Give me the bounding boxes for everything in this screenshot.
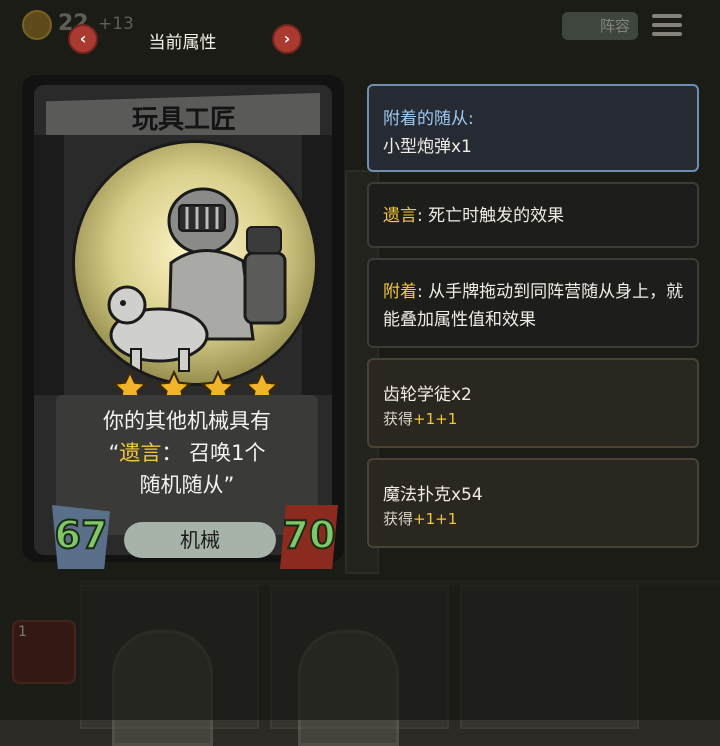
desc-quote: “ — [108, 441, 120, 465]
attached-item: 小型炮弹x1 — [383, 137, 472, 157]
top-bar: 22 +13 ‹ 当前属性 › 阵容 — [0, 0, 720, 54]
gain-value: +1+1 — [413, 410, 458, 428]
minion-portrait — [72, 140, 318, 386]
chevron-right-icon: › — [283, 29, 291, 48]
attached-minion-name: 齿轮学徒x2 — [383, 385, 472, 405]
attach-info-panel: 附着: 从手牌拖动到同阵营随从身上，就能叠加属性值和效果 — [367, 258, 699, 348]
attach-info: 附着: 从手牌拖动到同阵营随从身上，就能叠加属性值和效果 — [383, 278, 685, 334]
deathrattle-keyword: 遗言 — [119, 441, 162, 465]
tribe-tag: 机械 — [124, 522, 276, 558]
attach-info-keyword: 附着 — [383, 282, 417, 302]
attached-minion-gain: 获得+1+1 — [383, 408, 457, 429]
gold-coin-icon — [22, 10, 52, 40]
deathrattle-info: 遗言: 死亡时触发的效果 — [383, 202, 685, 230]
lineup-label: 阵容 — [599, 17, 630, 35]
desc-line-2: “遗言： 召唤1个 — [64, 437, 310, 469]
card-description: 你的其他机械具有 “遗言： 召唤1个 随机随从” — [64, 405, 310, 501]
card-frame-left — [34, 135, 64, 395]
card-name: 玩具工匠 — [131, 105, 236, 135]
lineup-button[interactable]: 阵容 — [562, 12, 638, 40]
gain-value: +1+1 — [413, 510, 458, 528]
attached-minion-gain: 获得+1+1 — [383, 508, 457, 529]
attach-info-text: : 从手牌拖动到同阵营随从身上，就能叠加属性值和效果 — [383, 282, 684, 330]
chevron-left-icon: ‹ — [79, 29, 87, 48]
page-title: 当前属性 — [148, 33, 217, 53]
previous-button[interactable]: ‹ — [68, 24, 98, 54]
deathrattle-info-panel: 遗言: 死亡时触发的效果 — [367, 182, 699, 248]
card-frame: 玩具工匠 你的其他机械具有 “遗言： 召唤1个 随机随从” 67 机械 70 — [34, 85, 338, 569]
desc-line-2-rest: ： 召唤1个 — [161, 441, 266, 465]
deathrattle-info-keyword: 遗言 — [383, 206, 417, 226]
attached-minion-entry[interactable]: 魔法扑克x54 获得+1+1 — [367, 458, 699, 548]
menu-icon[interactable] — [652, 14, 682, 38]
desc-line-3: 随机随从” — [139, 473, 235, 497]
attached-minions-panel[interactable]: 附着的随从: 小型炮弹x1 — [367, 84, 699, 172]
desc-line-1: 你的其他机械具有 — [103, 409, 271, 433]
next-button[interactable]: › — [272, 24, 302, 54]
attached-minion-name: 魔法扑克x54 — [383, 485, 483, 505]
attack-value: 67 — [54, 512, 109, 558]
health-value: 70 — [282, 512, 337, 558]
gain-prefix: 获得 — [383, 510, 414, 528]
attached-title: 附着的随从: — [383, 109, 474, 129]
attached-minion-entry[interactable]: 齿轮学徒x2 获得+1+1 — [367, 358, 699, 448]
deathrattle-info-text: : 死亡时触发的效果 — [417, 206, 565, 226]
gain-prefix: 获得 — [383, 410, 414, 428]
minion-card: 玩具工匠 你的其他机械具有 “遗言： 召唤1个 随机随从” 67 机械 70 — [22, 75, 344, 569]
